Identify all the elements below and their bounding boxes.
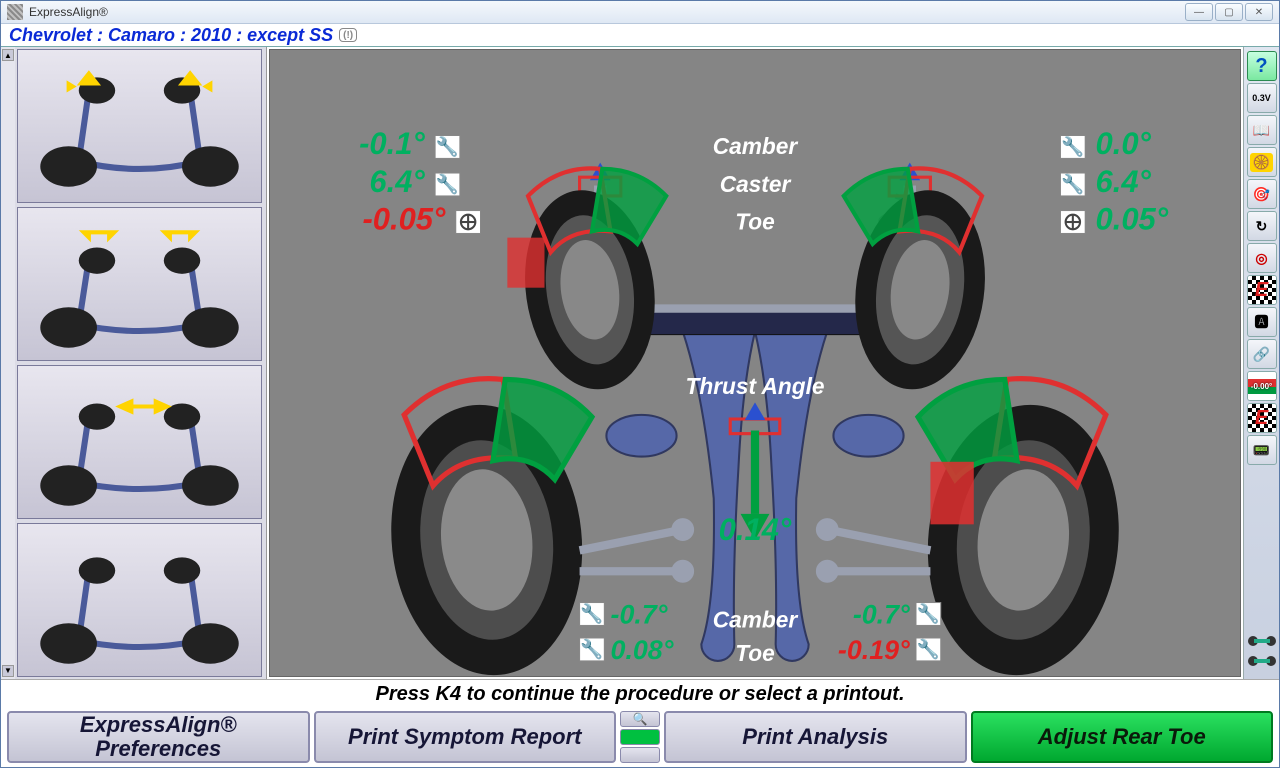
app-icon — [7, 4, 23, 20]
zoom-search-icon[interactable]: 🔍 — [620, 711, 660, 727]
thrust-value: 0.14° — [719, 512, 792, 547]
express-e2-icon[interactable]: E — [1247, 403, 1277, 433]
svg-text:🔧: 🔧 — [436, 173, 459, 196]
svg-text:🔧: 🔧 — [1061, 173, 1084, 196]
label-rear-camber: Camber — [713, 607, 799, 633]
help-icon[interactable]: ? — [1247, 51, 1277, 81]
steering-lock-icon[interactable]: 🎯 — [1247, 179, 1277, 209]
book-icon[interactable]: 📖 — [1247, 115, 1277, 145]
status-line: Press K4 to continue the procedure or se… — [1, 680, 1279, 709]
fr-camber-value: 0.0° — [1096, 126, 1152, 161]
thumb-thrust-mode[interactable] — [17, 365, 262, 519]
thumbnail-panel: ▲ ▼ — [1, 47, 267, 679]
tpms-icon: (!) — [339, 28, 357, 42]
adjust-rear-toe-button[interactable]: Adjust Rear Toe — [971, 711, 1274, 763]
fl-camber-value: -0.1° — [359, 126, 425, 161]
tire-icon[interactable]: 🛞 — [1247, 147, 1277, 177]
rr-camber-value: -0.7° — [853, 599, 910, 629]
front-axle-icon[interactable] — [1248, 633, 1276, 649]
print-analysis-button[interactable]: Print Analysis — [664, 711, 967, 763]
svg-text:🔧: 🔧 — [580, 602, 603, 625]
scroll-down-icon[interactable]: ▼ — [2, 665, 14, 677]
label-front-toe: Toe — [735, 208, 775, 234]
preferences-button[interactable]: ExpressAlign® Preferences — [7, 711, 310, 763]
rr-toe-value: -0.19° — [838, 635, 910, 665]
refresh-icon[interactable]: ↻ — [1247, 211, 1277, 241]
rl-toe-value: 0.08° — [611, 635, 674, 665]
minimize-button[interactable]: — — [1185, 3, 1213, 21]
scroll-up-icon[interactable]: ▲ — [2, 49, 14, 61]
express-e-icon[interactable]: E — [1247, 275, 1277, 305]
mid-tool-3[interactable] — [620, 747, 660, 763]
vehicle-label: Chevrolet : Camaro : 2010 : except SS — [9, 25, 333, 46]
thumb-caster-mode[interactable] — [17, 207, 262, 361]
thumb-scrollbar[interactable]: ▲ ▼ — [1, 47, 15, 679]
svg-text:🔧: 🔧 — [1061, 135, 1084, 158]
svg-text:🔧: 🔧 — [917, 602, 940, 625]
bottom-button-bar: ExpressAlign® Preferences Print Symptom … — [1, 709, 1279, 767]
mid-tool-column: 🔍 — [620, 711, 660, 763]
thumb-toe-mode[interactable] — [17, 49, 262, 203]
pager-icon[interactable]: 📟 — [1247, 435, 1277, 465]
target-icon[interactable]: ◎ — [1247, 243, 1277, 273]
label-front-caster: Caster — [720, 171, 792, 197]
label-rear-toe: Toe — [735, 640, 775, 666]
thumb-overview-mode[interactable] — [17, 523, 262, 677]
alignment-viewport: Camber Caster Toe Thrust Angle Camber To… — [269, 49, 1241, 677]
maximize-button[interactable]: ▢ — [1215, 3, 1243, 21]
app-window: ExpressAlign® — ▢ ✕ Chevrolet : Camaro :… — [0, 0, 1280, 768]
work-area: ▲ ▼ — [1, 47, 1279, 680]
close-button[interactable]: ✕ — [1245, 3, 1273, 21]
label-front-camber: Camber — [713, 133, 799, 159]
svg-text:🔧: 🔧 — [917, 638, 940, 661]
data-link-icon[interactable]: 🔗 — [1247, 339, 1277, 369]
voltage-icon[interactable]: 0.3V — [1247, 83, 1277, 113]
label-thrust: Thrust Angle — [685, 373, 824, 399]
fl-toe-value: -0.05° — [362, 201, 445, 236]
rl-camber-value: -0.7° — [611, 599, 668, 629]
titlebar: ExpressAlign® — ▢ ✕ — [1, 1, 1279, 24]
fr-toe-value: 0.05° — [1096, 201, 1169, 236]
vehicle-identity: Chevrolet : Camaro : 2010 : except SS (!… — [1, 24, 1279, 47]
fl-caster-value: 6.4° — [369, 164, 425, 199]
svg-text:🔧: 🔧 — [436, 135, 459, 158]
caster-sweep-icon[interactable]: 🅰 — [1247, 307, 1277, 337]
right-toolbar: ? 0.3V 📖 🛞 🎯 ↻ ◎ E 🅰 🔗 -0.00° E 📟 — [1243, 47, 1279, 679]
svg-text:🔧: 🔧 — [580, 638, 603, 661]
print-symptom-button[interactable]: Print Symptom Report — [314, 711, 617, 763]
rear-axle-icon[interactable] — [1248, 653, 1276, 669]
tolerance-stripe-icon[interactable]: -0.00° — [1247, 371, 1277, 401]
mid-green-indicator[interactable] — [620, 729, 660, 745]
fr-caster-value: 6.4° — [1096, 164, 1152, 199]
app-title: ExpressAlign® — [29, 5, 1185, 19]
